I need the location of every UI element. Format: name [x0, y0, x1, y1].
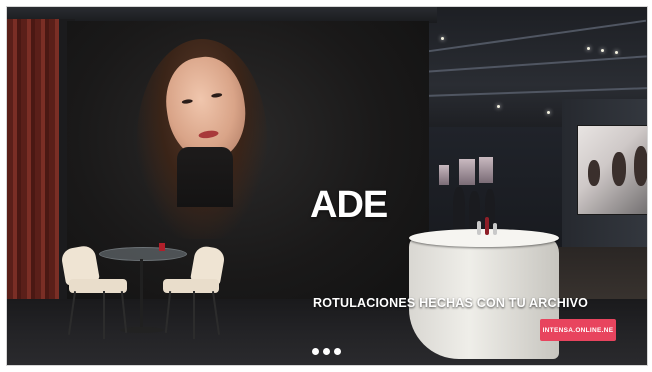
ceiling-light	[497, 105, 500, 108]
display-screen	[459, 159, 475, 185]
carousel-dot-2[interactable]	[322, 348, 330, 355]
visitor-figure	[453, 187, 465, 233]
ceiling-beam	[427, 87, 647, 97]
display-screen	[577, 125, 647, 215]
slide-cta-button[interactable]: INTENSA.ONLINE.NE	[540, 319, 616, 341]
table-cup	[159, 243, 165, 251]
screen-figure	[634, 146, 647, 186]
stand-brand-logo: ADE	[310, 184, 388, 226]
chair-leg	[193, 291, 195, 339]
chair-seat	[163, 279, 219, 293]
table-stem	[140, 259, 143, 329]
screen-figure	[612, 152, 626, 186]
ceiling-beam	[427, 19, 647, 53]
ceiling-light	[587, 47, 590, 50]
counter-top	[409, 229, 559, 247]
carousel-dot-1[interactable]	[311, 348, 319, 355]
slide-tagline: ROTULACIONES HECHAS CON TU ARCHIVO	[313, 296, 589, 310]
portrait-neck	[177, 147, 233, 207]
counter-vase	[493, 223, 497, 235]
chair-leg	[103, 291, 105, 339]
carousel-pagination	[0, 348, 652, 358]
counter-flower	[485, 217, 489, 235]
ceiling-light	[615, 51, 618, 54]
ceiling-beam	[427, 55, 647, 73]
ceiling-light	[601, 49, 604, 52]
curtain-panel	[7, 19, 59, 309]
display-screen	[479, 157, 493, 183]
portrait-lips	[198, 129, 219, 140]
ceiling-light	[547, 111, 550, 114]
display-screen	[439, 165, 449, 185]
portrait-eye	[181, 98, 194, 105]
ceiling-light	[441, 37, 444, 40]
hero-carousel: ADE ROTULACIONES HECHAS CON TU ARCHIVO I…	[6, 6, 648, 366]
portrait-eye	[210, 92, 223, 99]
chair-seat	[69, 279, 127, 293]
bistro-table	[99, 247, 187, 261]
screen-figure	[588, 160, 600, 186]
counter-vase	[477, 221, 481, 235]
carousel-dot-3[interactable]	[333, 348, 341, 355]
